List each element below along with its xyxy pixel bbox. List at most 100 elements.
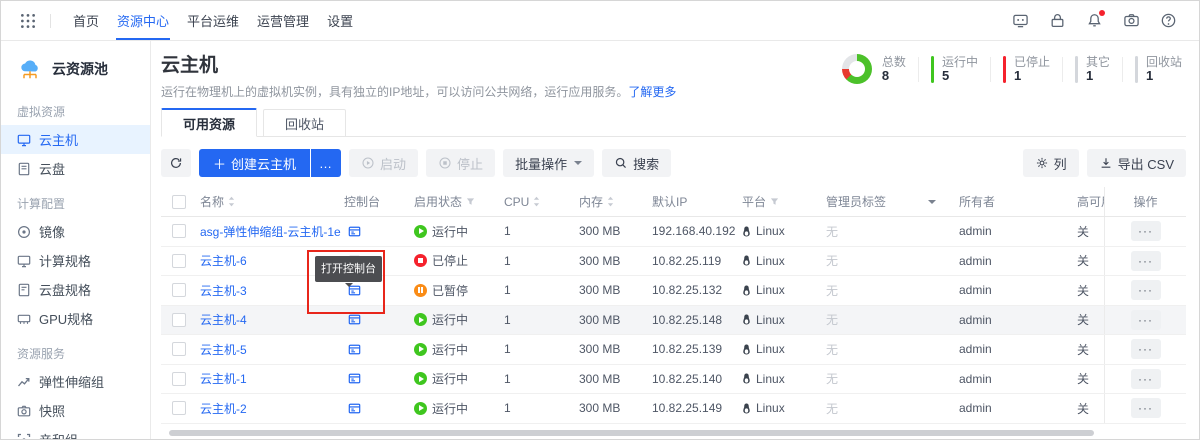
- stat-label: 总数: [882, 56, 906, 69]
- row-more-actions-button[interactable]: ···: [1131, 280, 1161, 300]
- scrollbar-thumb[interactable]: [169, 430, 1094, 436]
- stop-button[interactable]: 停止: [426, 149, 495, 177]
- filter-icon[interactable]: [466, 197, 475, 206]
- status-text: 运行中: [432, 223, 468, 240]
- vm-name-link[interactable]: 云主机-1: [197, 370, 341, 387]
- tab-可用资源[interactable]: 可用资源: [161, 108, 257, 137]
- row-checkbox[interactable]: [172, 283, 186, 297]
- refresh-button[interactable]: [161, 149, 191, 177]
- admin-tag-cell: 无: [823, 223, 956, 240]
- row-checkbox-cell: [161, 401, 197, 415]
- create-vm-button[interactable]: ＋ 创建云主机: [199, 149, 310, 177]
- vm-name-link[interactable]: 云主机-2: [197, 400, 341, 417]
- row-checkbox[interactable]: [172, 372, 186, 386]
- row-checkbox[interactable]: [172, 401, 186, 415]
- vm-name-link[interactable]: 云主机-3: [197, 282, 341, 299]
- sidebar-item-label: 亲和组: [39, 430, 78, 440]
- console-tooltip: 打开控制台: [315, 256, 382, 282]
- column-label: 平台: [742, 193, 766, 210]
- batch-actions-button[interactable]: 批量操作: [503, 149, 594, 177]
- status-text: 已停止: [432, 252, 468, 269]
- lock-icon[interactable]: [1049, 12, 1066, 29]
- admin-tag-cell: 无: [823, 252, 956, 269]
- sidebar-item-快照[interactable]: 快照: [1, 396, 150, 425]
- actions-cell: ···: [1104, 217, 1186, 246]
- export-csv-button[interactable]: 导出 CSV: [1087, 149, 1186, 177]
- row-more-actions-button[interactable]: ···: [1131, 310, 1161, 330]
- column-header-启用状态: 启用状态: [411, 193, 501, 210]
- tab-回收站[interactable]: 回收站: [263, 109, 346, 137]
- chevron-down-icon[interactable]: [928, 200, 936, 208]
- sidebar-item-镜像[interactable]: 镜像: [1, 217, 150, 246]
- sidebar-item-云盘规格[interactable]: 云盘规格: [1, 275, 150, 304]
- sidebar-item-亲和组[interactable]: 亲和组: [1, 425, 150, 440]
- cloud-pool-icon: [17, 57, 43, 81]
- start-button[interactable]: 启动: [349, 149, 418, 177]
- apps-grid-icon[interactable]: [19, 12, 37, 30]
- cpu-cell: 1: [501, 372, 576, 386]
- console-icon[interactable]: [348, 313, 361, 326]
- row-more-actions-button[interactable]: ···: [1131, 369, 1161, 389]
- console-icon[interactable]: [348, 372, 361, 385]
- row-more-actions-button[interactable]: ···: [1131, 398, 1161, 418]
- sidebar-item-弹性伸缩组[interactable]: 弹性伸缩组: [1, 367, 150, 396]
- console-cell: [341, 372, 411, 385]
- row-checkbox[interactable]: [172, 313, 186, 327]
- vm-name-link[interactable]: 云主机-4: [197, 311, 341, 328]
- console-icon[interactable]: [348, 343, 361, 356]
- create-vm-more-button[interactable]: …: [311, 149, 341, 177]
- status-cell: 运行中: [411, 223, 501, 240]
- platform-cell: Linux: [739, 254, 823, 268]
- status-running-icon: [414, 372, 427, 385]
- status-running-icon: [414, 402, 427, 415]
- learn-more-link[interactable]: 了解更多: [628, 85, 676, 99]
- row-more-actions-button[interactable]: ···: [1131, 339, 1161, 359]
- nav-item-2[interactable]: 资源中心: [108, 1, 178, 40]
- image-icon: [17, 225, 31, 239]
- vm-name-link[interactable]: 云主机-5: [197, 341, 341, 358]
- camera-icon[interactable]: [1123, 12, 1140, 29]
- message-icon[interactable]: [1012, 12, 1029, 29]
- search-button[interactable]: 搜索: [602, 149, 671, 177]
- platform-text: Linux: [756, 401, 785, 415]
- sidebar-item-label: 弹性伸缩组: [39, 372, 104, 391]
- columns-button[interactable]: 列: [1023, 149, 1079, 177]
- sidebar-item-云主机[interactable]: 云主机: [1, 125, 150, 154]
- console-icon[interactable]: [348, 225, 361, 238]
- select-all-checkbox[interactable]: [172, 195, 186, 209]
- cpu-cell: 1: [501, 313, 576, 327]
- nav-item-3[interactable]: 平台运维: [178, 1, 248, 40]
- row-checkbox[interactable]: [172, 224, 186, 238]
- monitor-icon: [17, 254, 31, 268]
- column-label: 启用状态: [414, 193, 462, 210]
- bell-icon[interactable]: [1086, 12, 1103, 29]
- nav-item-5[interactable]: 设置: [318, 1, 362, 40]
- row-checkbox[interactable]: [172, 254, 186, 268]
- stat-其它: 其它1: [1050, 55, 1110, 84]
- resource-pool-header[interactable]: 云资源池: [1, 53, 150, 91]
- row-checkbox-cell: [161, 342, 197, 356]
- row-checkbox[interactable]: [172, 342, 186, 356]
- sidebar-item-云盘[interactable]: 云盘: [1, 154, 150, 183]
- stat-text: 已停止1: [1014, 55, 1050, 84]
- nav-item-4[interactable]: 运营管理: [248, 1, 318, 40]
- sidebar-item-计算规格[interactable]: 计算规格: [1, 246, 150, 275]
- platform-text: Linux: [756, 342, 785, 356]
- sort-icon[interactable]: [607, 196, 614, 207]
- actions-cell: ···: [1104, 247, 1186, 276]
- row-more-actions-button[interactable]: ···: [1131, 251, 1161, 271]
- ha-cell: 关: [1074, 223, 1104, 240]
- vm-name-link[interactable]: asg-弹性伸缩组-云主机-1e2fc: [197, 223, 341, 240]
- row-more-actions-button[interactable]: ···: [1131, 221, 1161, 241]
- sort-icon[interactable]: [533, 196, 540, 207]
- memory-cell: 300 MB: [576, 224, 649, 238]
- stat-divider: [1122, 57, 1123, 82]
- help-icon[interactable]: [1160, 12, 1177, 29]
- page-title: 云主机: [161, 50, 676, 77]
- sort-icon[interactable]: [228, 196, 235, 207]
- console-icon[interactable]: [348, 402, 361, 415]
- sidebar-item-GPU规格[interactable]: GPU规格: [1, 304, 150, 333]
- column-label: 内存: [579, 193, 603, 210]
- filter-icon[interactable]: [770, 197, 779, 206]
- nav-item-1[interactable]: 首页: [64, 1, 108, 40]
